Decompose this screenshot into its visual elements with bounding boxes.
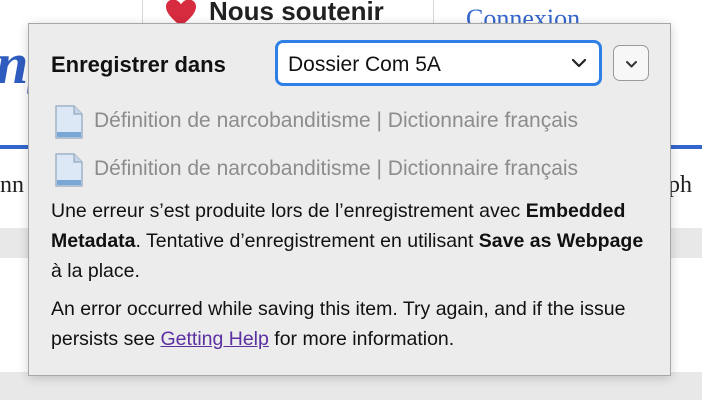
background-text-right: ph (668, 172, 692, 198)
fallback-translator-name: Save as Webpage (478, 230, 644, 252)
save-popup: Enregistrer dans Dossier Com 5A Définiti… (28, 23, 671, 376)
background-text-left: nn (0, 172, 24, 198)
save-in-label: Enregistrer dans (51, 52, 226, 77)
getting-help-link[interactable]: Getting Help (160, 328, 268, 350)
saved-item-title: Définition de narcobanditisme | Dictionn… (94, 157, 579, 180)
chevron-down-icon (626, 61, 637, 68)
chevron-down-icon (571, 58, 587, 68)
document-icon (55, 153, 83, 187)
saved-item: Définition de narcobanditisme | Dictionn… (51, 103, 651, 139)
saved-item-title: Définition de narcobanditisme | Dictionn… (94, 109, 579, 132)
background-band (0, 372, 702, 400)
folder-select-value: Dossier Com 5A (288, 53, 441, 76)
document-icon (55, 105, 83, 139)
translator-error-message: Une erreur s’est produite lors de l’enre… (51, 200, 644, 282)
saved-item: Définition de narcobanditisme | Dictionn… (51, 151, 651, 187)
save-error-message: An error occurred while saving this item… (51, 298, 626, 350)
expand-collections-button[interactable] (613, 45, 649, 81)
folder-select[interactable]: Dossier Com 5A (275, 40, 602, 86)
save-target-row: Enregistrer dans Dossier Com 5A (51, 40, 651, 88)
